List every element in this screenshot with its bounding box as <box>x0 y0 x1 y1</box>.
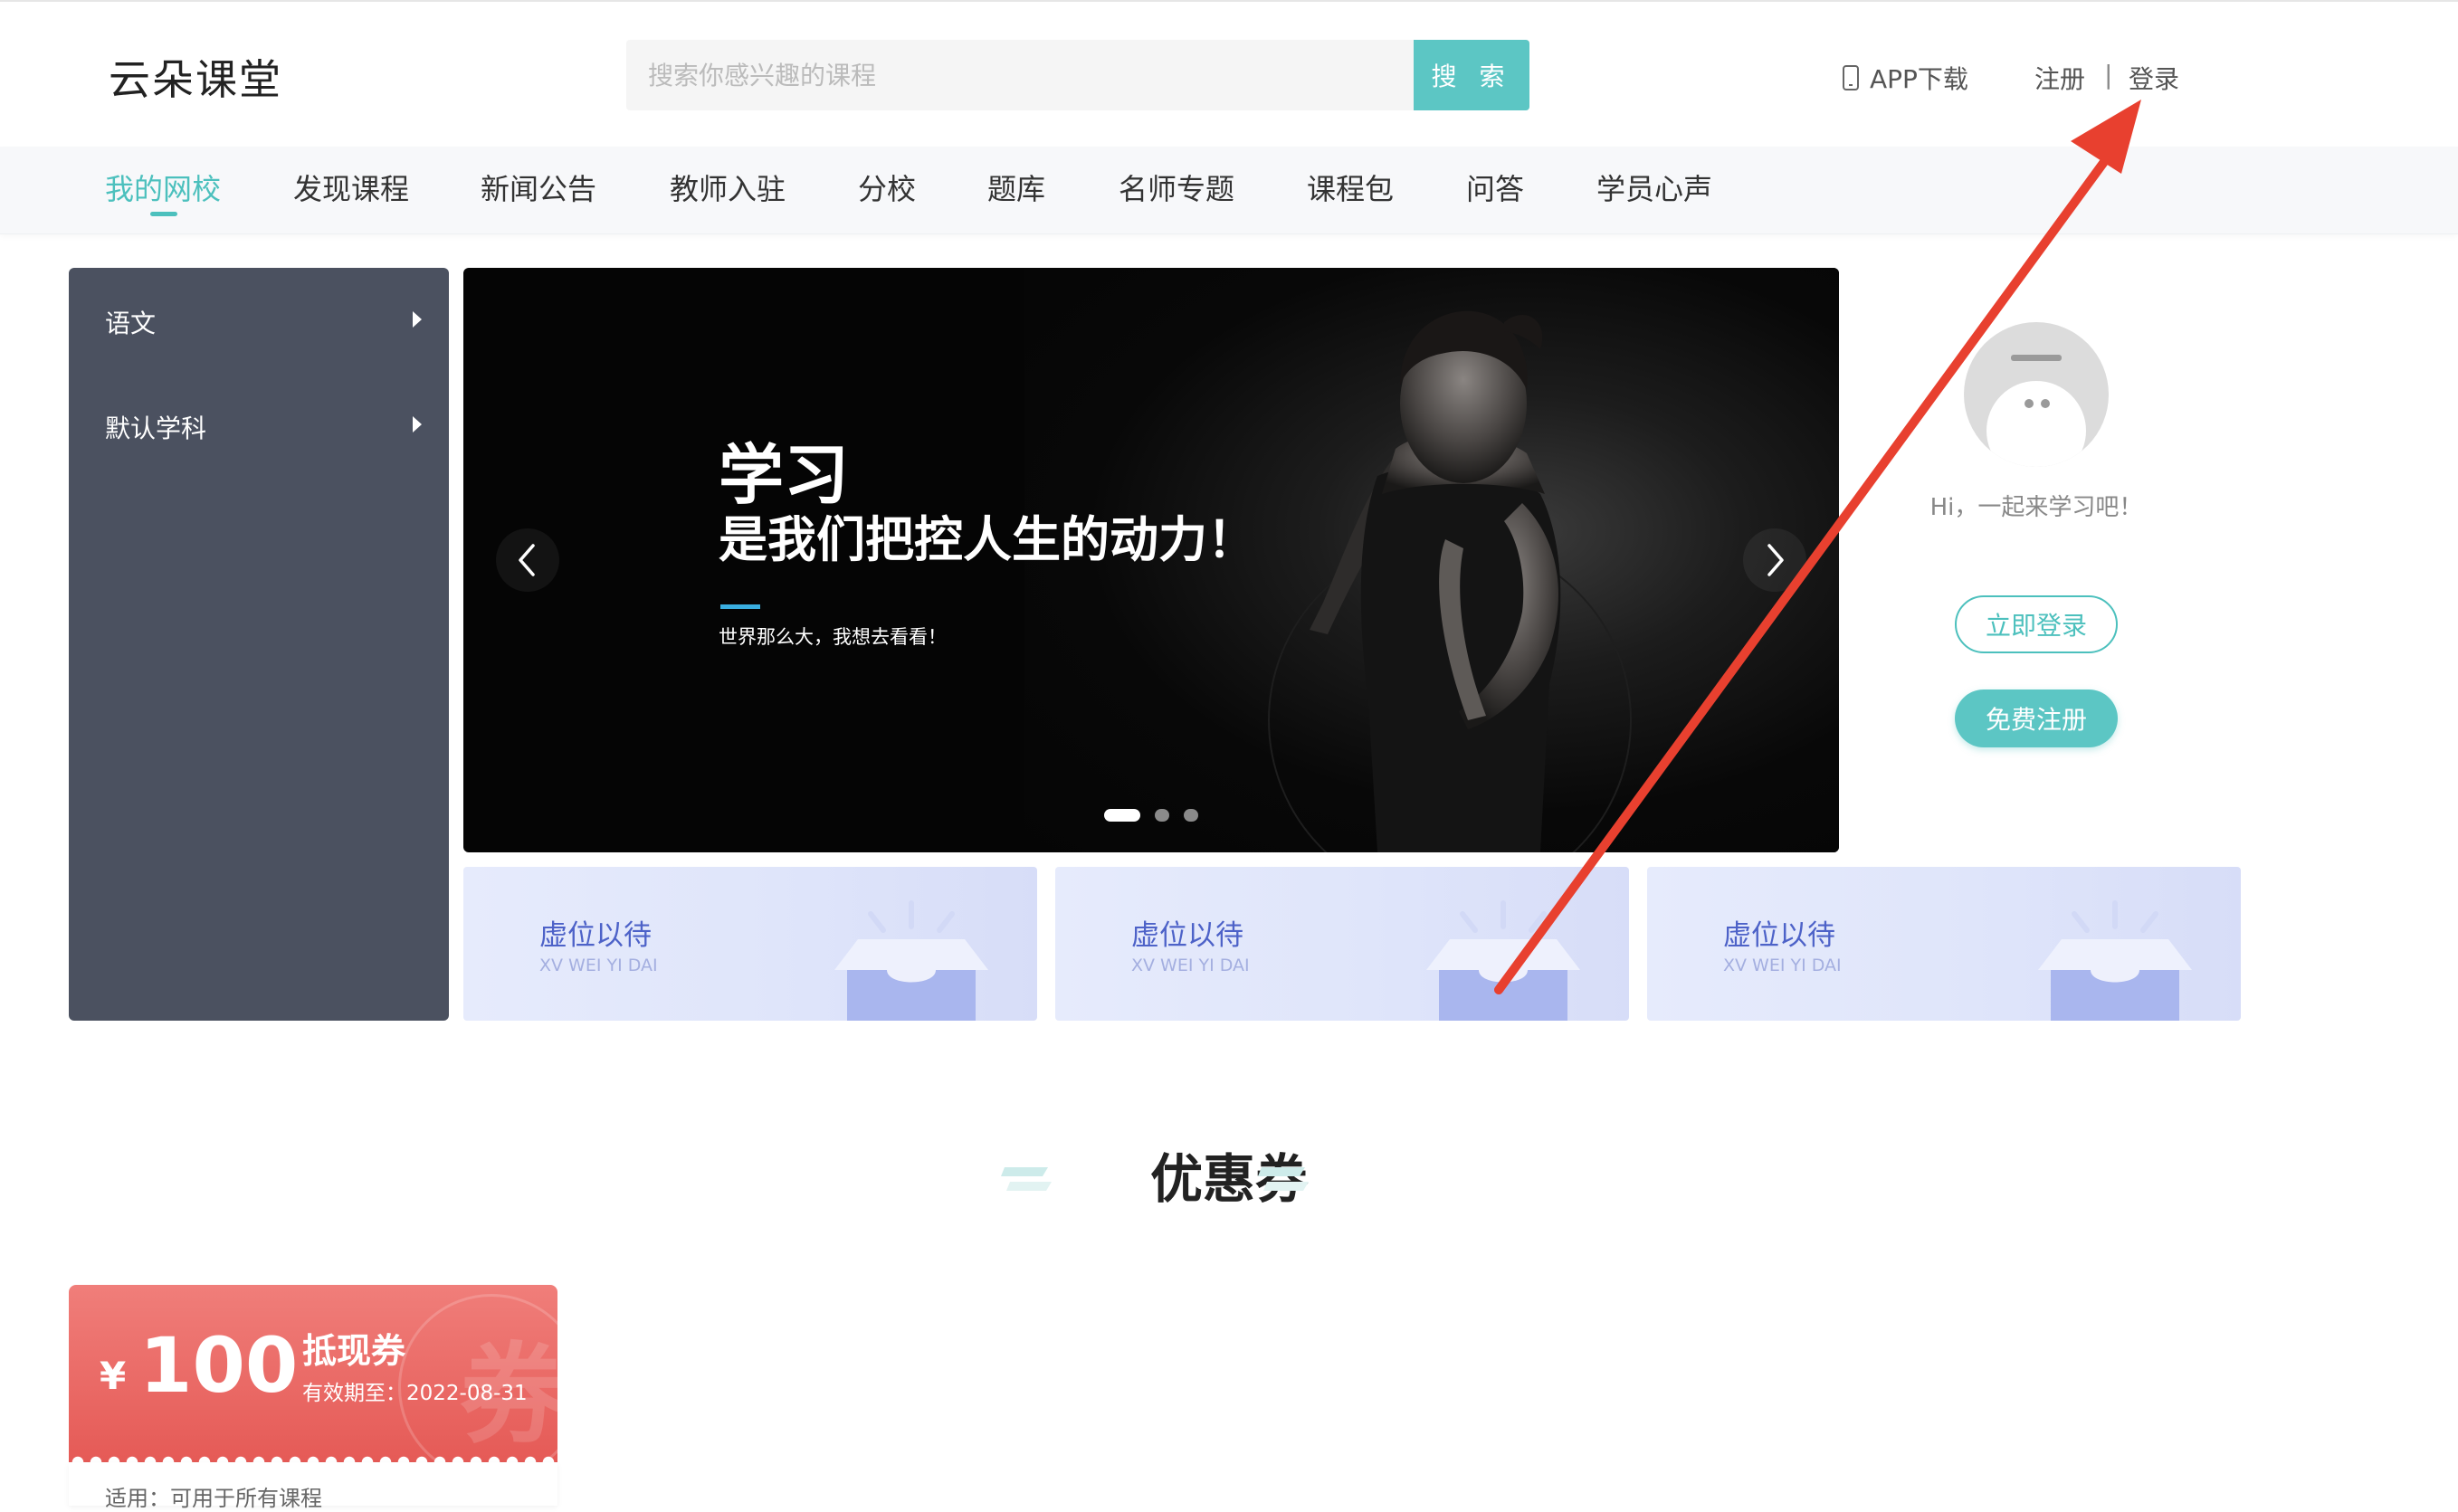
nav-item-teacher-join[interactable]: 教师入驻 <box>670 166 786 208</box>
site-logo[interactable]: 云朵课堂 <box>109 47 282 107</box>
ad-placeholder-card[interactable]: 虚位以待 XV WEI YI DAI <box>1055 867 1629 1021</box>
category-sidebar: 语文 默认学科 <box>69 268 449 1021</box>
coupon-footer: 适用：可用于所有课程 <box>69 1462 557 1511</box>
top-border <box>0 0 2458 2</box>
sidebar-item-label: 默认学科 <box>105 414 207 443</box>
chevron-left-icon <box>519 544 535 576</box>
nav-item-discover-courses[interactable]: 发现课程 <box>293 166 409 208</box>
login-now-button[interactable]: 立即登录 <box>1955 595 2118 653</box>
placeholder-title: 虚位以待 <box>1723 919 1835 952</box>
coupon-currency: ¥ <box>100 1354 127 1398</box>
app-download-link[interactable]: APP下载 <box>1843 60 1968 96</box>
ad-placeholder-card[interactable]: 虚位以待 XV WEI YI DAI <box>1647 867 2241 1021</box>
banner-tagline: 世界那么大，我想去看看！ <box>719 626 947 648</box>
main-nav: 我的网校 发现课程 新闻公告 教师入驻 分校 题库 名师专题 课程包 问答 学员… <box>0 147 2458 234</box>
nav-item-qa[interactable]: 问答 <box>1466 166 1524 208</box>
app-download-label: APP下载 <box>1870 64 1968 94</box>
banner-accent-line <box>720 604 760 609</box>
nav-item-my-school[interactable]: 我的网校 <box>105 166 221 208</box>
search-button[interactable]: 搜 索 <box>1414 40 1529 110</box>
nav-item-news[interactable]: 新闻公告 <box>481 166 596 208</box>
phone-icon <box>1843 65 1859 90</box>
empty-box-icon <box>834 900 988 1021</box>
coupon-card[interactable]: 券 ¥ 100 抵现券 有效期至：2022-08-31 <box>69 1285 557 1462</box>
coupon-amount: 100 <box>139 1321 299 1410</box>
sidebar-item-default-subject[interactable]: 默认学科 <box>105 409 422 445</box>
nav-item-branch[interactable]: 分校 <box>858 166 916 208</box>
coupon-scope: 适用：可用于所有课程 <box>105 1486 322 1511</box>
nav-item-testimonials[interactable]: 学员心声 <box>1596 166 1712 208</box>
user-avatar <box>1964 322 2109 467</box>
empty-box-icon <box>1426 900 1580 1021</box>
sidebar-item-chinese[interactable]: 语文 <box>105 304 422 340</box>
search-bar: 搜 索 <box>626 40 1529 110</box>
nav-item-course-packages[interactable]: 课程包 <box>1307 166 1394 208</box>
caret-right-icon <box>413 311 422 328</box>
nav-item-famous-teachers[interactable]: 名师专题 <box>1119 166 1234 208</box>
carousel-next-button[interactable] <box>1743 528 1806 592</box>
greeting-text: Hi，一起来学习吧！ <box>1929 494 2143 521</box>
carousel-dot-2[interactable] <box>1155 809 1169 822</box>
chevron-right-icon <box>1767 544 1784 576</box>
placeholder-title: 虚位以待 <box>1131 919 1243 952</box>
coupon-section-title: 优惠券 <box>1149 1148 1308 1210</box>
banner-subtitle: 是我们把控人生的动力！ <box>719 511 1256 568</box>
default-avatar-icon <box>1986 355 2086 467</box>
placeholder-title: 虚位以待 <box>539 919 652 952</box>
coupon-expiry: 有效期至：2022-08-31 <box>302 1382 528 1405</box>
coupon-type: 抵现券 <box>302 1331 406 1371</box>
placeholder-subtitle: XV WEI YI DAI <box>539 956 658 975</box>
carousel-dot-3[interactable] <box>1184 809 1198 822</box>
login-link[interactable]: 登录 <box>2129 60 2179 96</box>
section-title-right-decoration <box>1258 1167 1309 1191</box>
search-input[interactable] <box>626 40 1414 110</box>
register-link[interactable]: 注册 <box>2034 60 2085 96</box>
placeholder-subtitle: XV WEI YI DAI <box>1131 956 1250 975</box>
sidebar-item-label: 语文 <box>105 309 157 338</box>
empty-box-icon <box>2038 900 2192 1021</box>
free-register-button[interactable]: 免费注册 <box>1955 689 2118 747</box>
hero-carousel[interactable]: 学习 是我们把控人生的动力！ 世界那么大，我想去看看！ <box>463 268 1839 852</box>
caret-right-icon <box>413 416 422 433</box>
carousel-prev-button[interactable] <box>496 528 559 592</box>
ad-placeholder-card[interactable]: 虚位以待 XV WEI YI DAI <box>463 867 1037 1021</box>
nav-item-question-bank[interactable]: 题库 <box>987 166 1045 208</box>
nav-active-indicator <box>150 212 177 216</box>
placeholder-subtitle: XV WEI YI DAI <box>1723 956 1842 975</box>
carousel-dot-1[interactable] <box>1104 809 1140 822</box>
auth-divider: | <box>2104 60 2113 90</box>
